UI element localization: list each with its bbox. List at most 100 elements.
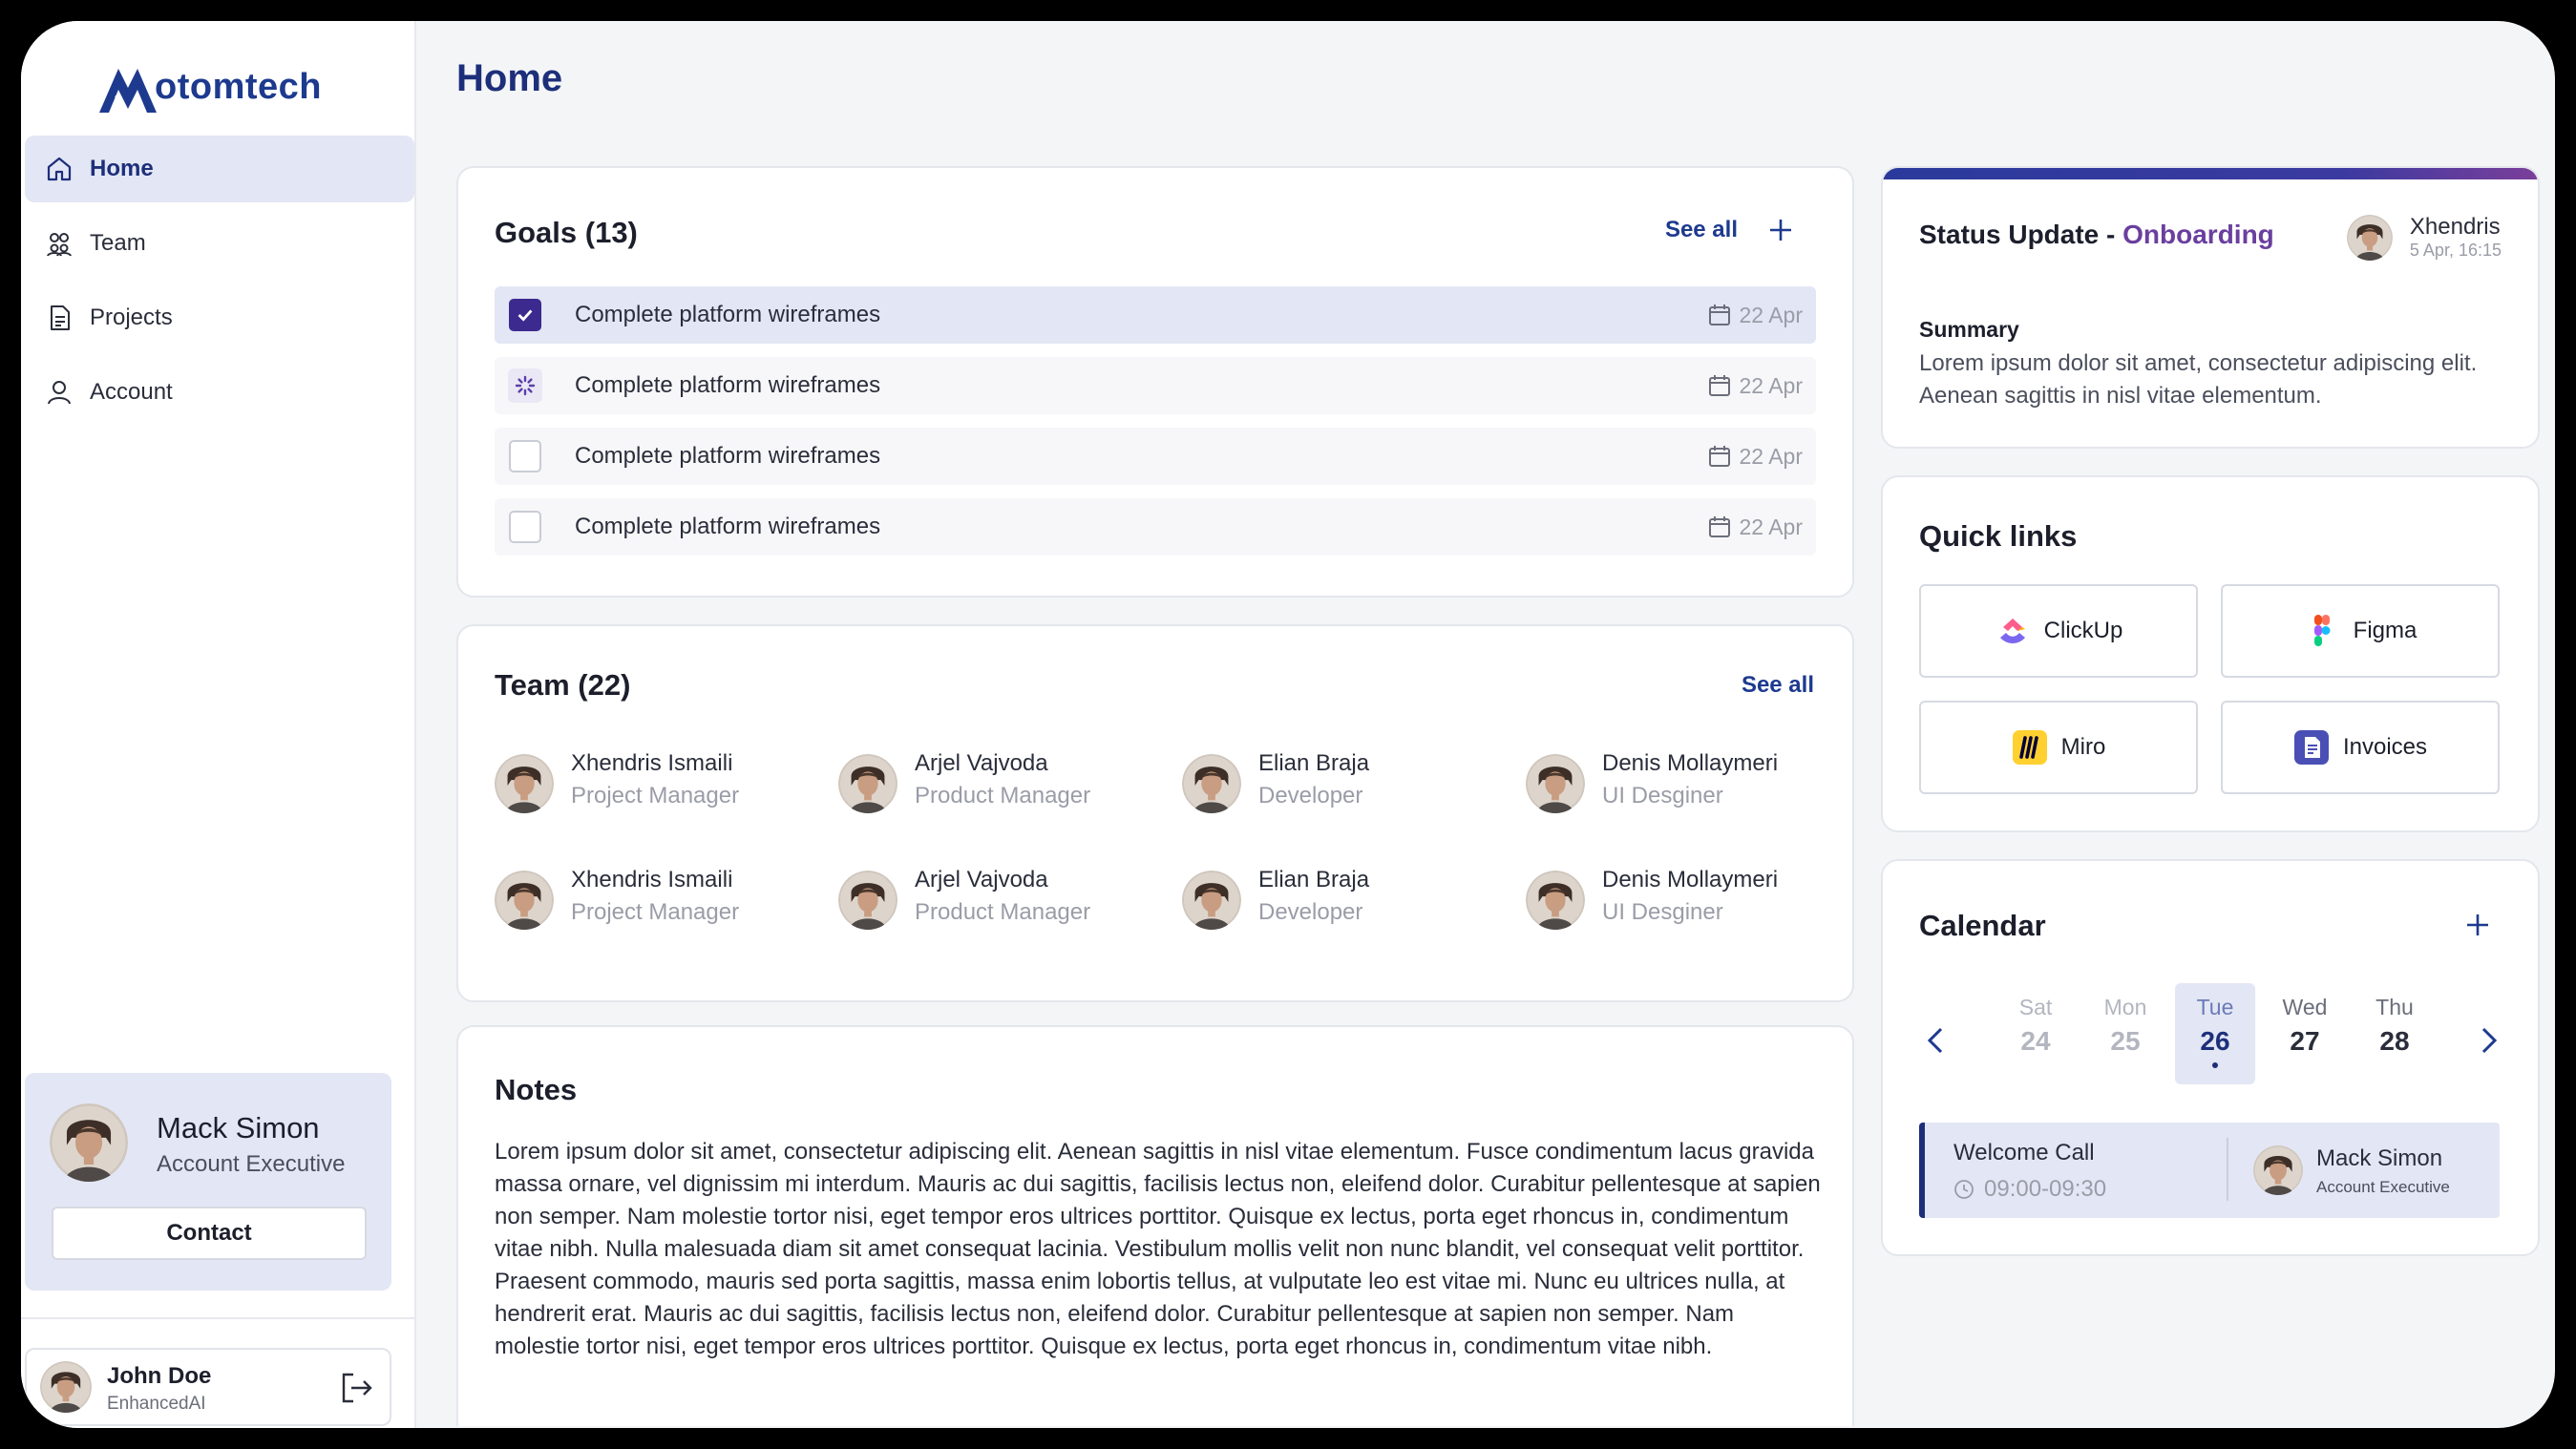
add-event-icon[interactable] [2463,911,2492,939]
nav-item-label: Account [90,379,173,405]
team-member[interactable]: Xhendris Ismaili Project Manager [495,863,819,939]
day-name: Thu [2375,995,2414,1019]
user-org: EnhancedAI [107,1394,206,1414]
contact-name: Mack Simon [157,1111,320,1144]
avatar [838,871,897,930]
calendar-day[interactable]: Wed 27 [2265,983,2345,1084]
account-manager-card: Mack Simon Account Executive Contact [25,1073,391,1291]
quick-link-miro[interactable]: Miro [1919,701,2198,794]
member-role: Project Manager [571,783,740,808]
member-name: Denis Mollaymeri [1602,867,1779,892]
avatar [40,1361,92,1413]
attendee-name: Mack Simon [2316,1145,2443,1171]
member-role: UI Desginer [1602,783,1723,808]
member-name: Elian Braja [1258,867,1370,892]
quick-link-figma[interactable]: Figma [2221,584,2500,678]
nav-item-projects[interactable]: Projects [25,284,414,351]
team-member[interactable]: Elian Braja Developer [1182,863,1507,939]
quick-link-clickup[interactable]: ClickUp [1919,584,2198,678]
goal-date-text: 22 Apr [1739,302,1804,327]
goal-row[interactable]: Complete platform wireframes 22 Apr [495,357,1816,414]
avatar [1526,871,1585,930]
goal-date: 22 Apr [1707,444,1803,470]
calendar-day-selected[interactable]: Tue 26 [2175,983,2255,1084]
avatar [1182,871,1241,930]
nav-item-home[interactable]: Home [25,136,414,202]
avatar [495,754,554,813]
team-member[interactable]: Denis Mollaymeri UI Desginer [1526,863,1850,939]
contact-button[interactable]: Contact [52,1207,367,1260]
team-member[interactable]: Arjel Vajvoda Product Manager [838,863,1163,939]
day-name: Tue [2196,995,2234,1019]
contact-role: Account Executive [157,1151,346,1177]
quick-link-invoices[interactable]: Invoices [2221,701,2500,794]
check-icon [517,309,533,322]
logout-icon[interactable] [338,1369,376,1407]
calendar-day[interactable]: Mon 25 [2085,983,2165,1084]
team-see-all-link[interactable]: See all [1742,672,1814,699]
goals-see-all-link[interactable]: See all [1665,217,1738,243]
member-role: Project Manager [571,899,740,925]
clickup-icon [1999,619,2025,643]
goal-row[interactable]: Complete platform wireframes 22 Apr [495,286,1816,344]
member-role: UI Desginer [1602,899,1723,925]
quick-link-label: Invoices [2342,734,2428,760]
brand-logo[interactable]: otomtech [97,48,322,115]
goal-checkbox[interactable] [508,298,542,332]
event-time: 09:00-09:30 [1953,1176,2106,1203]
goal-checkbox[interactable] [508,439,542,473]
day-number: 28 [2379,1026,2410,1056]
team-member[interactable]: Denis Mollaymeri UI Desginer [1526,746,1850,823]
notes-body[interactable]: Lorem ipsum dolor sit amet, consectetur … [495,1136,1824,1363]
summary-text: Lorem ipsum dolor sit amet, consectetur … [1919,350,2478,409]
invoices-icon [2293,730,2329,765]
attendee-role: Account Executive [2316,1178,2450,1196]
page-title: Home [456,57,563,99]
goals-card: Goals (13) See all Complete platform wir… [456,166,1854,598]
calendar-icon [1708,516,1730,537]
quick-links-card: Quick links ClickUp Figma Miro Invoices [1881,475,2540,832]
calendar-day[interactable]: Thu 28 [2354,983,2435,1084]
add-goal-icon[interactable] [1766,216,1795,244]
goal-row[interactable]: Complete platform wireframes 22 Apr [495,428,1816,485]
nav-item-team[interactable]: Team [25,210,414,277]
quick-links-title: Quick links [1919,519,2078,553]
status-author[interactable]: Xhendris 5 Apr, 16:15 [2347,214,2502,261]
team-member[interactable]: Xhendris Ismaili Project Manager [495,746,819,823]
goal-date-text: 22 Apr [1739,372,1804,398]
nav-item-account[interactable]: Account [25,359,414,426]
goal-row[interactable]: Complete platform wireframes 22 Apr [495,498,1816,556]
team-member[interactable]: Elian Braja Developer [1182,746,1507,823]
day-number: 25 [2110,1026,2141,1056]
goal-date: 22 Apr [1707,514,1803,540]
avatar [2253,1145,2303,1195]
notes-card: Notes Lorem ipsum dolor sit amet, consec… [456,1025,1854,1426]
avatar [1182,754,1241,813]
member-role: Developer [1258,899,1363,925]
notes-title: Notes [495,1073,578,1106]
team-title: Team (22) [495,668,631,702]
nav-item-label: Projects [90,304,173,330]
goal-progress-status[interactable] [508,368,542,403]
member-role: Developer [1258,783,1363,808]
avatar [1526,754,1585,813]
team-member[interactable]: Arjel Vajvoda Product Manager [838,746,1163,823]
calendar-event[interactable]: Welcome Call 09:00-09:30 Mack Simon Acco… [1919,1123,2500,1218]
chevron-right-icon[interactable] [2469,1021,2507,1060]
goal-checkbox[interactable] [508,510,542,544]
goal-date: 22 Apr [1707,372,1804,399]
member-role: Product Manager [915,899,1091,925]
main-nav: Home Team Projects Account [25,136,414,433]
calendar-day[interactable]: Sat 24 [1995,983,2076,1084]
clock-icon [1954,1180,1974,1199]
status-update-card: Status Update - Onboarding Xhendris 5 Ap… [1881,166,2540,449]
home-icon [47,157,72,181]
event-title: Welcome Call [1953,1140,2095,1166]
sidebar: otomtech Home Team Projects Account Mack [21,21,416,1428]
member-name: Arjel Vajvoda [915,750,1048,776]
status-title-accent[interactable]: Onboarding [2122,220,2274,249]
current-user-card[interactable]: John Doe EnhancedAI [25,1348,391,1426]
member-name: Elian Braja [1258,750,1370,776]
quick-link-label: Miro [2060,734,2106,760]
chevron-left-icon[interactable] [1917,1021,1955,1060]
